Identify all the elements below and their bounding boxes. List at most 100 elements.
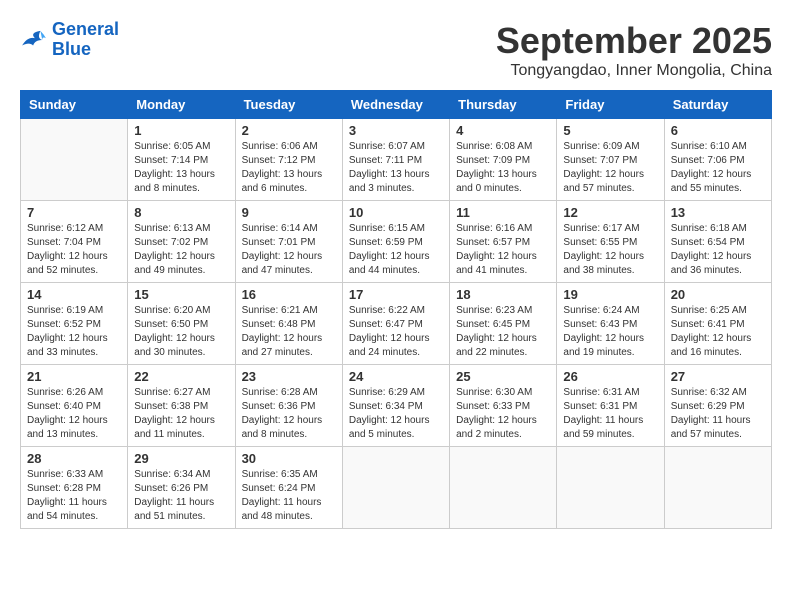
calendar-cell: 28 Sunrise: 6:33 AMSunset: 6:28 PMDayligh… xyxy=(21,447,128,529)
day-number: 28 xyxy=(27,451,121,466)
day-info: Sunrise: 6:18 AMSunset: 6:54 PMDaylight:… xyxy=(671,222,765,278)
weekday-header: Sunday xyxy=(21,91,128,119)
calendar-cell: 21 Sunrise: 6:26 AMSunset: 6:40 PMDayligh… xyxy=(21,365,128,447)
calendar-cell: 12 Sunrise: 6:17 AMSunset: 6:55 PMDayligh… xyxy=(557,201,664,283)
day-info: Sunrise: 6:21 AMSunset: 6:48 PMDaylight:… xyxy=(242,304,336,360)
day-info: Sunrise: 6:10 AMSunset: 7:06 PMDaylight:… xyxy=(671,140,765,196)
calendar-week-row: 7 Sunrise: 6:12 AMSunset: 7:04 PMDaylight… xyxy=(21,201,772,283)
calendar-cell xyxy=(21,119,128,201)
calendar-cell: 1 Sunrise: 6:05 AMSunset: 7:14 PMDaylight… xyxy=(128,119,235,201)
calendar-cell: 13 Sunrise: 6:18 AMSunset: 6:54 PMDayligh… xyxy=(664,201,771,283)
day-number: 8 xyxy=(134,205,228,220)
day-number: 10 xyxy=(349,205,443,220)
calendar-table: SundayMondayTuesdayWednesdayThursdayFrid… xyxy=(20,90,772,529)
calendar-cell: 3 Sunrise: 6:07 AMSunset: 7:11 PMDaylight… xyxy=(342,119,449,201)
calendar-cell: 14 Sunrise: 6:19 AMSunset: 6:52 PMDayligh… xyxy=(21,283,128,365)
day-number: 17 xyxy=(349,287,443,302)
logo-icon xyxy=(20,29,48,51)
day-number: 2 xyxy=(242,123,336,138)
day-info: Sunrise: 6:15 AMSunset: 6:59 PMDaylight:… xyxy=(349,222,443,278)
day-number: 23 xyxy=(242,369,336,384)
calendar-cell xyxy=(664,447,771,529)
day-number: 29 xyxy=(134,451,228,466)
day-info: Sunrise: 6:30 AMSunset: 6:33 PMDaylight:… xyxy=(456,386,550,442)
day-number: 13 xyxy=(671,205,765,220)
logo: General Blue xyxy=(20,20,119,60)
day-info: Sunrise: 6:28 AMSunset: 6:36 PMDaylight:… xyxy=(242,386,336,442)
day-number: 16 xyxy=(242,287,336,302)
calendar-cell: 16 Sunrise: 6:21 AMSunset: 6:48 PMDayligh… xyxy=(235,283,342,365)
day-number: 19 xyxy=(563,287,657,302)
day-info: Sunrise: 6:05 AMSunset: 7:14 PMDaylight:… xyxy=(134,140,228,196)
calendar-cell: 5 Sunrise: 6:09 AMSunset: 7:07 PMDaylight… xyxy=(557,119,664,201)
calendar-week-row: 14 Sunrise: 6:19 AMSunset: 6:52 PMDayligh… xyxy=(21,283,772,365)
day-info: Sunrise: 6:12 AMSunset: 7:04 PMDaylight:… xyxy=(27,222,121,278)
day-info: Sunrise: 6:09 AMSunset: 7:07 PMDaylight:… xyxy=(563,140,657,196)
day-number: 3 xyxy=(349,123,443,138)
day-number: 20 xyxy=(671,287,765,302)
calendar-cell: 23 Sunrise: 6:28 AMSunset: 6:36 PMDayligh… xyxy=(235,365,342,447)
weekday-header: Saturday xyxy=(664,91,771,119)
calendar-cell: 24 Sunrise: 6:29 AMSunset: 6:34 PMDayligh… xyxy=(342,365,449,447)
calendar-cell xyxy=(557,447,664,529)
day-info: Sunrise: 6:25 AMSunset: 6:41 PMDaylight:… xyxy=(671,304,765,360)
day-info: Sunrise: 6:14 AMSunset: 7:01 PMDaylight:… xyxy=(242,222,336,278)
calendar-cell: 29 Sunrise: 6:34 AMSunset: 6:26 PMDayligh… xyxy=(128,447,235,529)
day-info: Sunrise: 6:07 AMSunset: 7:11 PMDaylight:… xyxy=(349,140,443,196)
calendar-cell: 4 Sunrise: 6:08 AMSunset: 7:09 PMDaylight… xyxy=(450,119,557,201)
weekday-header: Monday xyxy=(128,91,235,119)
weekday-header: Wednesday xyxy=(342,91,449,119)
day-number: 6 xyxy=(671,123,765,138)
day-number: 4 xyxy=(456,123,550,138)
calendar-cell: 6 Sunrise: 6:10 AMSunset: 7:06 PMDaylight… xyxy=(664,119,771,201)
page-header: General Blue September 2025 Tongyangdao,… xyxy=(20,20,772,80)
day-info: Sunrise: 6:23 AMSunset: 6:45 PMDaylight:… xyxy=(456,304,550,360)
day-number: 22 xyxy=(134,369,228,384)
calendar-cell: 18Sunrise: 6:23 AMSunset: 6:45 PMDayligh… xyxy=(450,283,557,365)
day-info: Sunrise: 6:13 AMSunset: 7:02 PMDaylight:… xyxy=(134,222,228,278)
month-title: September 2025 xyxy=(496,20,772,62)
day-info: Sunrise: 6:08 AMSunset: 7:09 PMDaylight:… xyxy=(456,140,550,196)
title-block: September 2025 Tongyangdao, Inner Mongol… xyxy=(496,20,772,80)
day-info: Sunrise: 6:35 AMSunset: 6:24 PMDaylight:… xyxy=(242,468,336,524)
day-number: 21 xyxy=(27,369,121,384)
day-info: Sunrise: 6:19 AMSunset: 6:52 PMDaylight:… xyxy=(27,304,121,360)
day-number: 9 xyxy=(242,205,336,220)
calendar-cell: 17 Sunrise: 6:22 AMSunset: 6:47 PMDayligh… xyxy=(342,283,449,365)
day-info: Sunrise: 6:22 AMSunset: 6:47 PMDaylight:… xyxy=(349,304,443,360)
day-info: Sunrise: 6:20 AMSunset: 6:50 PMDaylight:… xyxy=(134,304,228,360)
location-subtitle: Tongyangdao, Inner Mongolia, China xyxy=(496,62,772,80)
day-info: Sunrise: 6:32 AMSunset: 6:29 PMDaylight:… xyxy=(671,386,765,442)
logo-text: General Blue xyxy=(52,20,119,60)
calendar-cell: 15Sunrise: 6:20 AMSunset: 6:50 PMDayligh… xyxy=(128,283,235,365)
calendar-cell: 19 Sunrise: 6:24 AMSunset: 6:43 PMDayligh… xyxy=(557,283,664,365)
day-info: Sunrise: 6:33 AMSunset: 6:28 PMDaylight:… xyxy=(27,468,121,524)
day-number: 7 xyxy=(27,205,121,220)
day-info: Sunrise: 6:17 AMSunset: 6:55 PMDaylight:… xyxy=(563,222,657,278)
day-info: Sunrise: 6:06 AMSunset: 7:12 PMDaylight:… xyxy=(242,140,336,196)
calendar-cell: 25Sunrise: 6:30 AMSunset: 6:33 PMDayligh… xyxy=(450,365,557,447)
day-info: Sunrise: 6:29 AMSunset: 6:34 PMDaylight:… xyxy=(349,386,443,442)
day-info: Sunrise: 6:31 AMSunset: 6:31 PMDaylight:… xyxy=(563,386,657,442)
calendar-week-row: 21 Sunrise: 6:26 AMSunset: 6:40 PMDayligh… xyxy=(21,365,772,447)
day-info: Sunrise: 6:34 AMSunset: 6:26 PMDaylight:… xyxy=(134,468,228,524)
day-number: 27 xyxy=(671,369,765,384)
weekday-header: Tuesday xyxy=(235,91,342,119)
day-number: 12 xyxy=(563,205,657,220)
day-number: 26 xyxy=(563,369,657,384)
day-number: 14 xyxy=(27,287,121,302)
day-number: 24 xyxy=(349,369,443,384)
calendar-cell: 22 Sunrise: 6:27 AMSunset: 6:38 PMDayligh… xyxy=(128,365,235,447)
calendar-cell: 2 Sunrise: 6:06 AMSunset: 7:12 PMDaylight… xyxy=(235,119,342,201)
day-info: Sunrise: 6:27 AMSunset: 6:38 PMDaylight:… xyxy=(134,386,228,442)
calendar-cell: 11Sunrise: 6:16 AMSunset: 6:57 PMDayligh… xyxy=(450,201,557,283)
day-number: 5 xyxy=(563,123,657,138)
calendar-cell: 30Sunrise: 6:35 AMSunset: 6:24 PMDayligh… xyxy=(235,447,342,529)
calendar-cell xyxy=(450,447,557,529)
day-number: 1 xyxy=(134,123,228,138)
day-info: Sunrise: 6:26 AMSunset: 6:40 PMDaylight:… xyxy=(27,386,121,442)
calendar-cell: 10 Sunrise: 6:15 AMSunset: 6:59 PMDayligh… xyxy=(342,201,449,283)
day-info: Sunrise: 6:24 AMSunset: 6:43 PMDaylight:… xyxy=(563,304,657,360)
calendar-cell xyxy=(342,447,449,529)
calendar-header-row: SundayMondayTuesdayWednesdayThursdayFrid… xyxy=(21,91,772,119)
